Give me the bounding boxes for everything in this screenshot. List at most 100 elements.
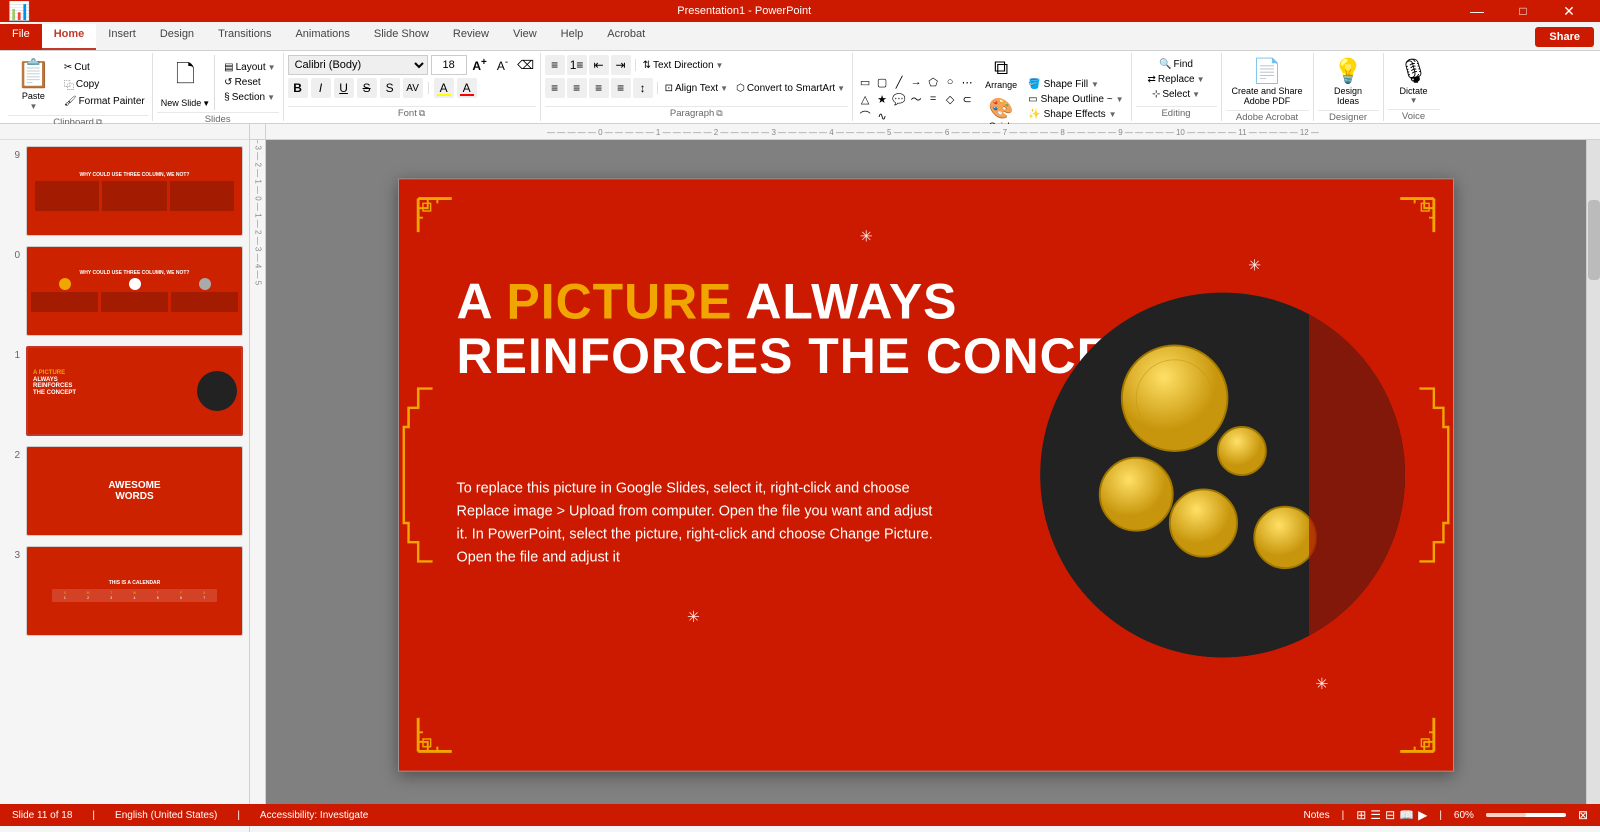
shape-custom1[interactable]: ◇ [942,91,958,107]
text-direction-button[interactable]: ⇅ Text Direction ▼ [640,59,727,72]
decrease-font-button[interactable]: A- [493,55,513,75]
increase-font-button[interactable]: A+ [470,55,490,75]
tab-animations[interactable]: Animations [283,24,361,50]
underline-button[interactable]: U [334,78,354,98]
shape-outline-button[interactable]: ▭ Shape Outline ~ ▼ [1025,93,1126,106]
arrange-button[interactable]: ⧉ Arrange [981,55,1021,92]
slide-preview-13[interactable]: THIS IS A CALENDAR S M T W T F S [26,546,243,636]
shape-line[interactable]: ╱ [891,74,907,90]
share-button[interactable]: Share [1535,27,1594,47]
tab-home[interactable]: Home [42,24,97,50]
circle-image[interactable] [1040,293,1405,658]
shape-custom3[interactable]: ⌒ [857,108,873,124]
font-name-select[interactable]: Calibri (Body) [288,55,428,75]
text-shadow-button[interactable]: S [380,78,400,98]
bold-button[interactable]: B [288,78,308,98]
smartart-button[interactable]: ⬡ Convert to SmartArt ▼ [733,82,848,95]
create-share-pdf-button[interactable]: 📄 Create and ShareAdobe PDF [1226,55,1309,108]
minimize-button[interactable]: — [1454,0,1500,22]
select-button[interactable]: ⊹ Select ▼ [1149,88,1203,101]
section-dropdown[interactable]: ▼ [267,93,275,102]
design-ideas-button[interactable]: 💡 DesignIdeas [1325,55,1371,108]
shape-rounded-rect[interactable]: ▢ [874,74,890,90]
shape-equation[interactable]: = [925,91,941,107]
highlight-color-button[interactable]: A [434,78,454,98]
cut-button[interactable]: ✂ Cut [61,61,148,74]
vertical-scrollbar[interactable] [1586,140,1600,810]
shape-outline-dropdown[interactable]: ▼ [1116,95,1124,104]
decrease-indent-button[interactable]: ⇤ [589,55,609,75]
italic-button[interactable]: I [311,78,331,98]
slideshow-button[interactable]: ▶ [1418,808,1427,822]
find-button[interactable]: 🔍 Find [1156,58,1196,71]
close-button[interactable]: ✕ [1546,0,1592,22]
notes-toggle[interactable]: Notes [1304,810,1330,821]
align-right-button[interactable]: ≡ [589,78,609,98]
slide-thumb-10[interactable]: 0 WHY COULD USE THREE COLUMN, WE NOT? [4,244,245,338]
layout-button[interactable]: ▤ Layout ▼ [221,61,278,74]
char-spacing-button[interactable]: AV [403,78,423,98]
strikethrough-button[interactable]: S [357,78,377,98]
main-slide[interactable]: A PICTURE ALWAYS REINFORCES THE CONCEPT … [398,178,1454,771]
paste-dropdown[interactable]: ▼ [29,102,37,111]
shape-freeform[interactable]: 〜 [908,91,924,107]
v-scroll-thumb[interactable] [1588,200,1600,280]
section-button[interactable]: § Section ▼ [221,91,278,104]
clear-format-button[interactable]: ⌫ [516,55,536,75]
tab-review[interactable]: Review [441,24,501,50]
slide-thumb-11[interactable]: 1 A PICTURE ALWAYS REINFORCES THE CONCEP… [4,344,245,438]
tab-file[interactable]: File [0,24,42,50]
shape-triangle[interactable]: △ [857,91,873,107]
shape-custom4[interactable]: ∿ [874,108,890,124]
shape-callout[interactable]: 💬 [891,91,907,107]
shape-star[interactable]: ★ [874,91,890,107]
tab-view[interactable]: View [501,24,549,50]
outline-view-button[interactable]: ☰ [1370,808,1381,822]
line-spacing-button[interactable]: ↕ [633,78,653,98]
slide-body-text[interactable]: To replace this picture in Google Slides… [457,477,937,569]
paste-button[interactable]: 📋 Paste ▼ [8,55,59,113]
format-painter-button[interactable]: 🖌 Format Painter [61,95,148,108]
align-text-button[interactable]: ⊡ Align Text ▼ [662,82,732,95]
layout-dropdown[interactable]: ▼ [268,63,276,72]
align-left-button[interactable]: ≡ [545,78,565,98]
copy-button[interactable]: ⿻ Copy [61,76,148,93]
slide-preview-9[interactable]: WHY COULD USE THREE COLUMN, WE NOT? [26,146,243,236]
reading-view-button[interactable]: 📖 [1399,808,1414,822]
shape-custom2[interactable]: ⊂ [959,91,975,107]
numbering-button[interactable]: 1≡ [567,55,587,75]
new-slide-button[interactable]: 🗋 New Slide ▼ [157,55,215,110]
shape-arrow[interactable]: → [908,74,924,90]
slide-preview-12[interactable]: AWESOMEWORDS [26,446,243,536]
shape-more[interactable]: ⋯ [959,74,975,90]
shape-effects-dropdown[interactable]: ▼ [1109,110,1117,119]
slide-thumb-9[interactable]: 9 WHY COULD USE THREE COLUMN, WE NOT? [4,144,245,238]
canvas-inner[interactable]: A PICTURE ALWAYS REINFORCES THE CONCEPT … [266,140,1586,810]
shape-fill-button[interactable]: 🪣 Shape Fill ▼ [1025,78,1126,91]
slide-thumb-12[interactable]: 2 AWESOMEWORDS [4,444,245,538]
bullets-button[interactable]: ≡ [545,55,565,75]
justify-button[interactable]: ≡ [611,78,631,98]
shape-rectangle[interactable]: ▭ [857,74,873,90]
slide-thumb-13[interactable]: 3 THIS IS A CALENDAR S M T W T [4,544,245,638]
font-size-input[interactable] [431,55,467,75]
shape-effects-button[interactable]: ✨ Shape Effects ▼ [1025,108,1126,121]
slide-preview-10[interactable]: WHY COULD USE THREE COLUMN, WE NOT? [26,246,243,336]
fit-slide-button[interactable]: ⊠ [1578,808,1588,822]
normal-view-button[interactable]: ⊞ [1356,808,1366,822]
font-dialog-launcher[interactable]: ⧉ [419,108,425,119]
dictate-button[interactable]: 🎙 Dictate ▼ [1390,55,1436,107]
tab-transitions[interactable]: Transitions [206,24,283,50]
tab-insert[interactable]: Insert [96,24,148,50]
replace-button[interactable]: ⇄ Replace ▼ [1144,73,1207,86]
tab-help[interactable]: Help [549,24,596,50]
zoom-slider[interactable] [1486,813,1566,817]
reset-button[interactable]: ↺ Reset [221,76,278,89]
increase-indent-button[interactable]: ⇥ [611,55,631,75]
align-center-button[interactable]: ≡ [567,78,587,98]
dictate-dropdown[interactable]: ▼ [1410,96,1418,105]
slide-sorter-button[interactable]: ⊟ [1385,808,1395,822]
maximize-button[interactable]: □ [1500,0,1546,22]
new-slide-dropdown[interactable]: ▼ [202,99,210,108]
tab-slideshow[interactable]: Slide Show [362,24,441,50]
